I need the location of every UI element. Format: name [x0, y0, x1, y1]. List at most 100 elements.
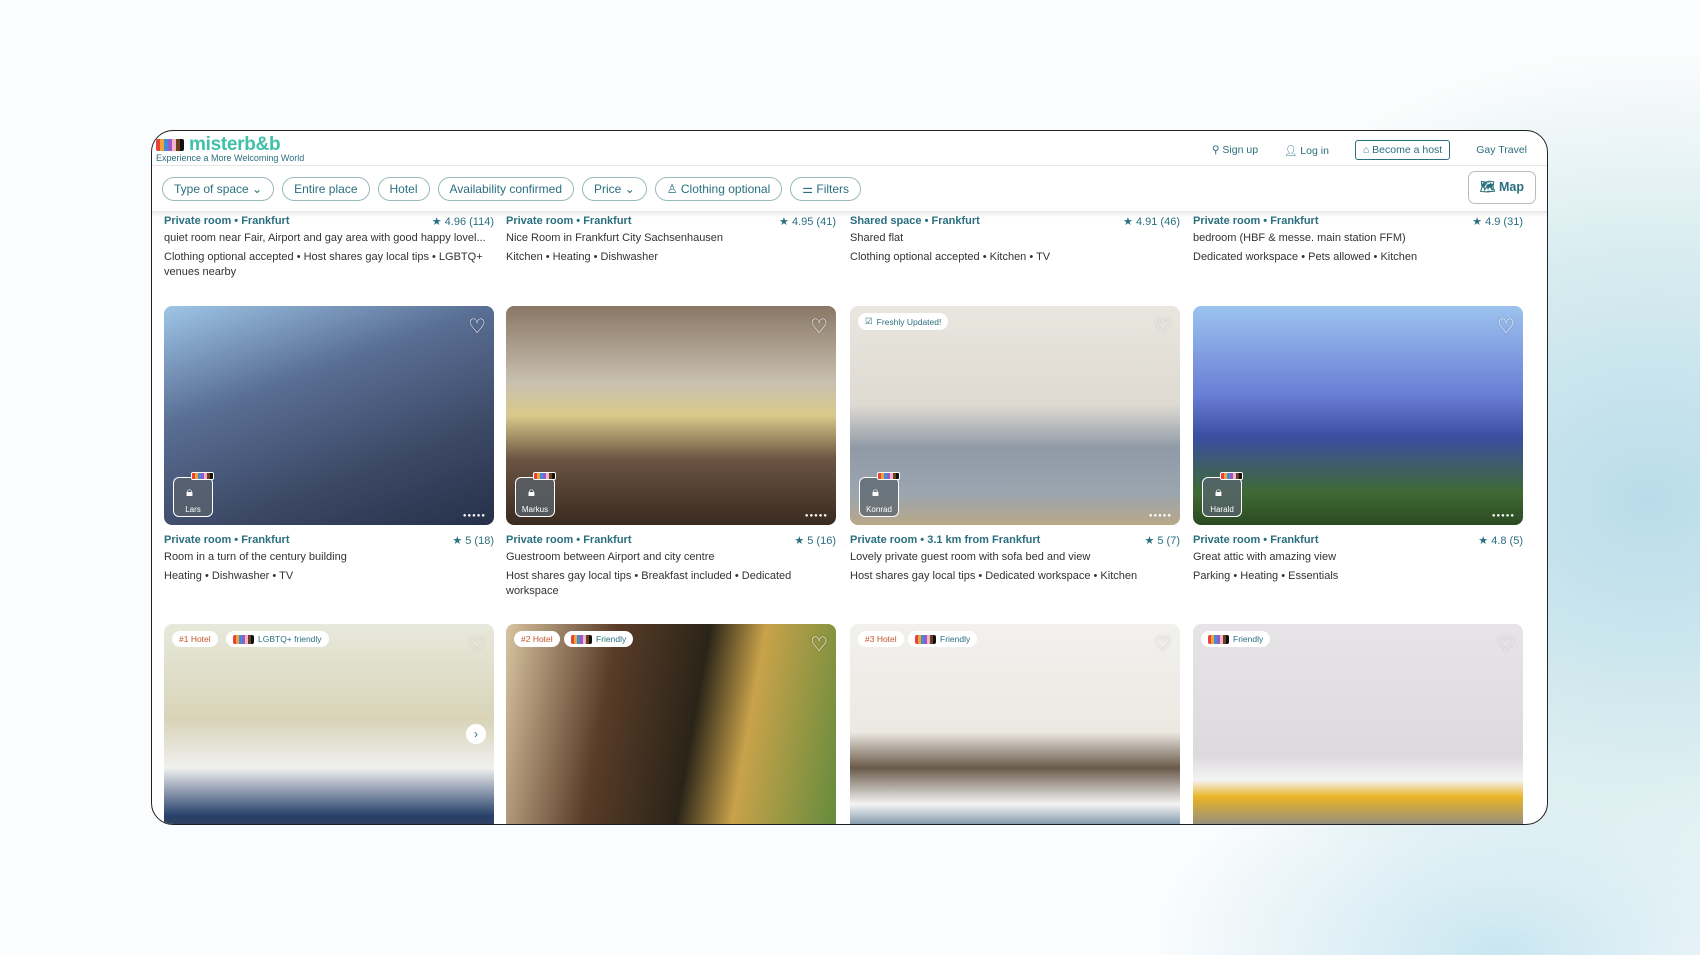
listing-rating: ★ 5 (16): [794, 535, 836, 547]
become-host-label: Become a host: [1372, 144, 1443, 156]
carousel-dots[interactable]: ●●●●●: [1492, 513, 1515, 519]
filter-bar: Type of space ⌄ Entire place Hotel Avail…: [162, 177, 862, 201]
pride-flag-icon: [156, 139, 184, 151]
listing-type: Private room • 3.1 km from Frankfurt: [850, 534, 1041, 546]
pride-flag-icon: [1208, 634, 1229, 644]
carousel-dots[interactable]: ●●●●●: [1149, 513, 1172, 519]
filters-button[interactable]: ⚌ Filters: [790, 177, 862, 201]
listing-amenities: Kitchen • Heating • Dishwasher: [506, 250, 658, 263]
listing-photo[interactable]: ♡ 🔒︎ Harald ●●●●●: [1193, 306, 1523, 525]
listing-card[interactable]: #3 Hotel Friendly ♡ Approval ⚡INSTANT: [850, 624, 1180, 824]
filter-type-of-space[interactable]: Type of space ⌄: [162, 177, 275, 201]
chevron-right-icon[interactable]: ›: [466, 724, 486, 744]
carousel-dots[interactable]: ●●●●●: [805, 513, 828, 519]
listing-card[interactable]: ♡ 🔒︎ Lars ●●●●● Private room • Frankfurt ★…: [164, 306, 494, 584]
listing-card[interactable]: Private room • Frankfurt ★ 4.96 (114) qui…: [164, 211, 494, 281]
calendar-check-icon: ☑: [865, 316, 873, 326]
filter-price[interactable]: Price ⌄: [582, 177, 647, 201]
host-avatar: 🔒︎ Konrad: [859, 472, 900, 517]
clothing-icon: ♙: [666, 182, 678, 196]
friendly-badge: Friendly: [908, 631, 978, 647]
pride-flag-icon: [877, 472, 900, 480]
chip-label: Clothing optional: [680, 182, 771, 196]
home-icon: ⌂: [1362, 144, 1373, 156]
listing-photo[interactable]: #3 Hotel Friendly ♡ Approval ⚡INSTANT: [850, 624, 1180, 824]
listing-rating: ★ 5 (7): [1144, 535, 1180, 547]
listing-type: Private room • Frankfurt: [506, 534, 632, 546]
chip-label: Price: [594, 182, 622, 196]
listing-amenities: Host shares gay local tips • Breakfast i…: [506, 569, 792, 598]
sign-up-link[interactable]: ⚲ Sign up: [1212, 144, 1258, 156]
map-button[interactable]: 🗺︎ Map: [1467, 171, 1536, 204]
listing-card[interactable]: ☑ Freshly Updated! ♡ 🔒︎ Konrad ●●●●● Priva…: [850, 306, 1180, 584]
listing-title: Lovely private guest room with sofa bed …: [850, 551, 1091, 563]
friendly-badge: LGBTQ+ friendly: [226, 631, 329, 647]
lock-icon: 🔒︎: [872, 484, 879, 499]
listing-photo[interactable]: ☑ Freshly Updated! ♡ 🔒︎ Konrad ●●●●●: [850, 306, 1180, 525]
listing-card[interactable]: #2 Hotel Friendly ♡ Approval ⚡INSTANT: [506, 624, 836, 824]
listing-photo[interactable]: ♡ 🔒︎ Lars ●●●●●: [164, 306, 494, 525]
sign-up-label: Sign up: [1222, 144, 1259, 156]
heart-icon[interactable]: ♡: [468, 632, 486, 657]
header-shadow: [152, 211, 1547, 217]
listing-photo[interactable]: ♡ 🔒︎ Markus ●●●●●: [506, 306, 836, 525]
heart-icon[interactable]: ♡: [1497, 314, 1515, 339]
listing-card[interactable]: #1 Hotel LGBTQ+ friendly ♡ › Approval ⚡I…: [164, 624, 494, 824]
listing-card[interactable]: Friendly ♡ Approval ⚡INSTANT: [1193, 624, 1523, 824]
listing-rating: ★ 4.8 (5): [1478, 535, 1523, 547]
pride-flag-icon: [1220, 472, 1243, 480]
listing-meta: Private room • 3.1 km from Frankfurt ★ 5 …: [850, 534, 1180, 547]
lock-icon: 🔒︎: [528, 484, 535, 499]
badge-label: LGBTQ+ friendly: [258, 634, 322, 644]
listing-amenities: Host shares gay local tips • Dedicated w…: [850, 569, 1138, 582]
listing-photo[interactable]: Friendly ♡ Approval ⚡INSTANT: [1193, 624, 1523, 824]
host-name: Konrad: [866, 505, 892, 514]
listing-type: Private room • Frankfurt: [1193, 534, 1319, 546]
friendly-badge: Friendly: [1201, 631, 1271, 647]
pride-flag-icon: [233, 634, 254, 644]
heart-icon[interactable]: ♡: [810, 632, 828, 657]
host-name: Harald: [1210, 505, 1234, 514]
pride-flag-icon: [533, 472, 556, 480]
listing-card[interactable]: ♡ 🔒︎ Markus ●●●●● Private room • Frankfur…: [506, 306, 836, 600]
filter-hotel[interactable]: Hotel: [377, 177, 430, 201]
carousel-dots[interactable]: ●●●●●: [463, 513, 486, 519]
heart-icon[interactable]: ♡: [1497, 632, 1515, 657]
listing-title: Room in a turn of the century building: [164, 551, 347, 563]
listing-meta: Private room • Frankfurt ★ 4.8 (5): [1193, 534, 1523, 547]
listing-title: quiet room near Fair, Airport and gay ar…: [164, 232, 486, 244]
pride-flag-icon: [915, 634, 936, 644]
listing-amenities: Dedicated workspace • Pets allowed • Kit…: [1193, 250, 1418, 263]
listing-title: Nice Room in Frankfurt City Sachsenhause…: [506, 232, 724, 244]
listing-photo[interactable]: #1 Hotel LGBTQ+ friendly ♡ › Approval ⚡I…: [164, 624, 494, 824]
heart-icon[interactable]: ♡: [810, 314, 828, 339]
listing-photo[interactable]: #2 Hotel Friendly ♡ Approval ⚡INSTANT: [506, 624, 836, 824]
heart-icon[interactable]: ♡: [1154, 632, 1172, 657]
freshly-updated-badge: ☑ Freshly Updated!: [858, 313, 949, 330]
badge-label: Friendly: [1233, 634, 1264, 644]
listing-grid[interactable]: Private room • Frankfurt ★ 4.96 (114) qui…: [152, 211, 1547, 824]
map-label: Map: [1499, 180, 1524, 194]
listing-card[interactable]: Private room • Frankfurt ★ 4.95 (41) Nice…: [506, 211, 836, 265]
listing-title: Great attic with amazing view: [1193, 551, 1337, 563]
listing-card[interactable]: ♡ 🔒︎ Harald ●●●●● Private room • Frankfur…: [1193, 306, 1523, 584]
become-host-button[interactable]: ⌂ Become a host: [1354, 140, 1451, 160]
pride-flag-icon: [571, 634, 592, 644]
filter-availability-confirmed[interactable]: Availability confirmed: [437, 177, 575, 201]
gay-travel-link[interactable]: Gay Travel: [1476, 144, 1527, 156]
user-icon: 👤︎: [1284, 144, 1301, 157]
badge-label: Friendly: [596, 634, 627, 644]
pride-flag-icon: [191, 472, 214, 480]
listing-card[interactable]: Private room • Frankfurt ★ 4.9 (31) bedro…: [1193, 211, 1523, 265]
heart-icon[interactable]: ♡: [1154, 314, 1172, 339]
filter-clothing-optional[interactable]: ♙ Clothing optional: [654, 177, 783, 201]
log-in-link[interactable]: 👤︎ Log in: [1284, 144, 1329, 157]
listing-title: Guestroom between Airport and city centr…: [506, 551, 715, 563]
filter-entire-place[interactable]: Entire place: [282, 177, 370, 201]
chevron-down-icon: ⌄: [624, 182, 635, 196]
listing-amenities: Clothing optional accepted • Kitchen • T…: [850, 250, 1051, 263]
listing-card[interactable]: Shared space • Frankfurt ★ 4.91 (46) Shar…: [850, 211, 1180, 265]
friendly-badge: Friendly: [564, 631, 634, 647]
host-name: Lars: [185, 505, 201, 514]
heart-icon[interactable]: ♡: [468, 314, 486, 339]
